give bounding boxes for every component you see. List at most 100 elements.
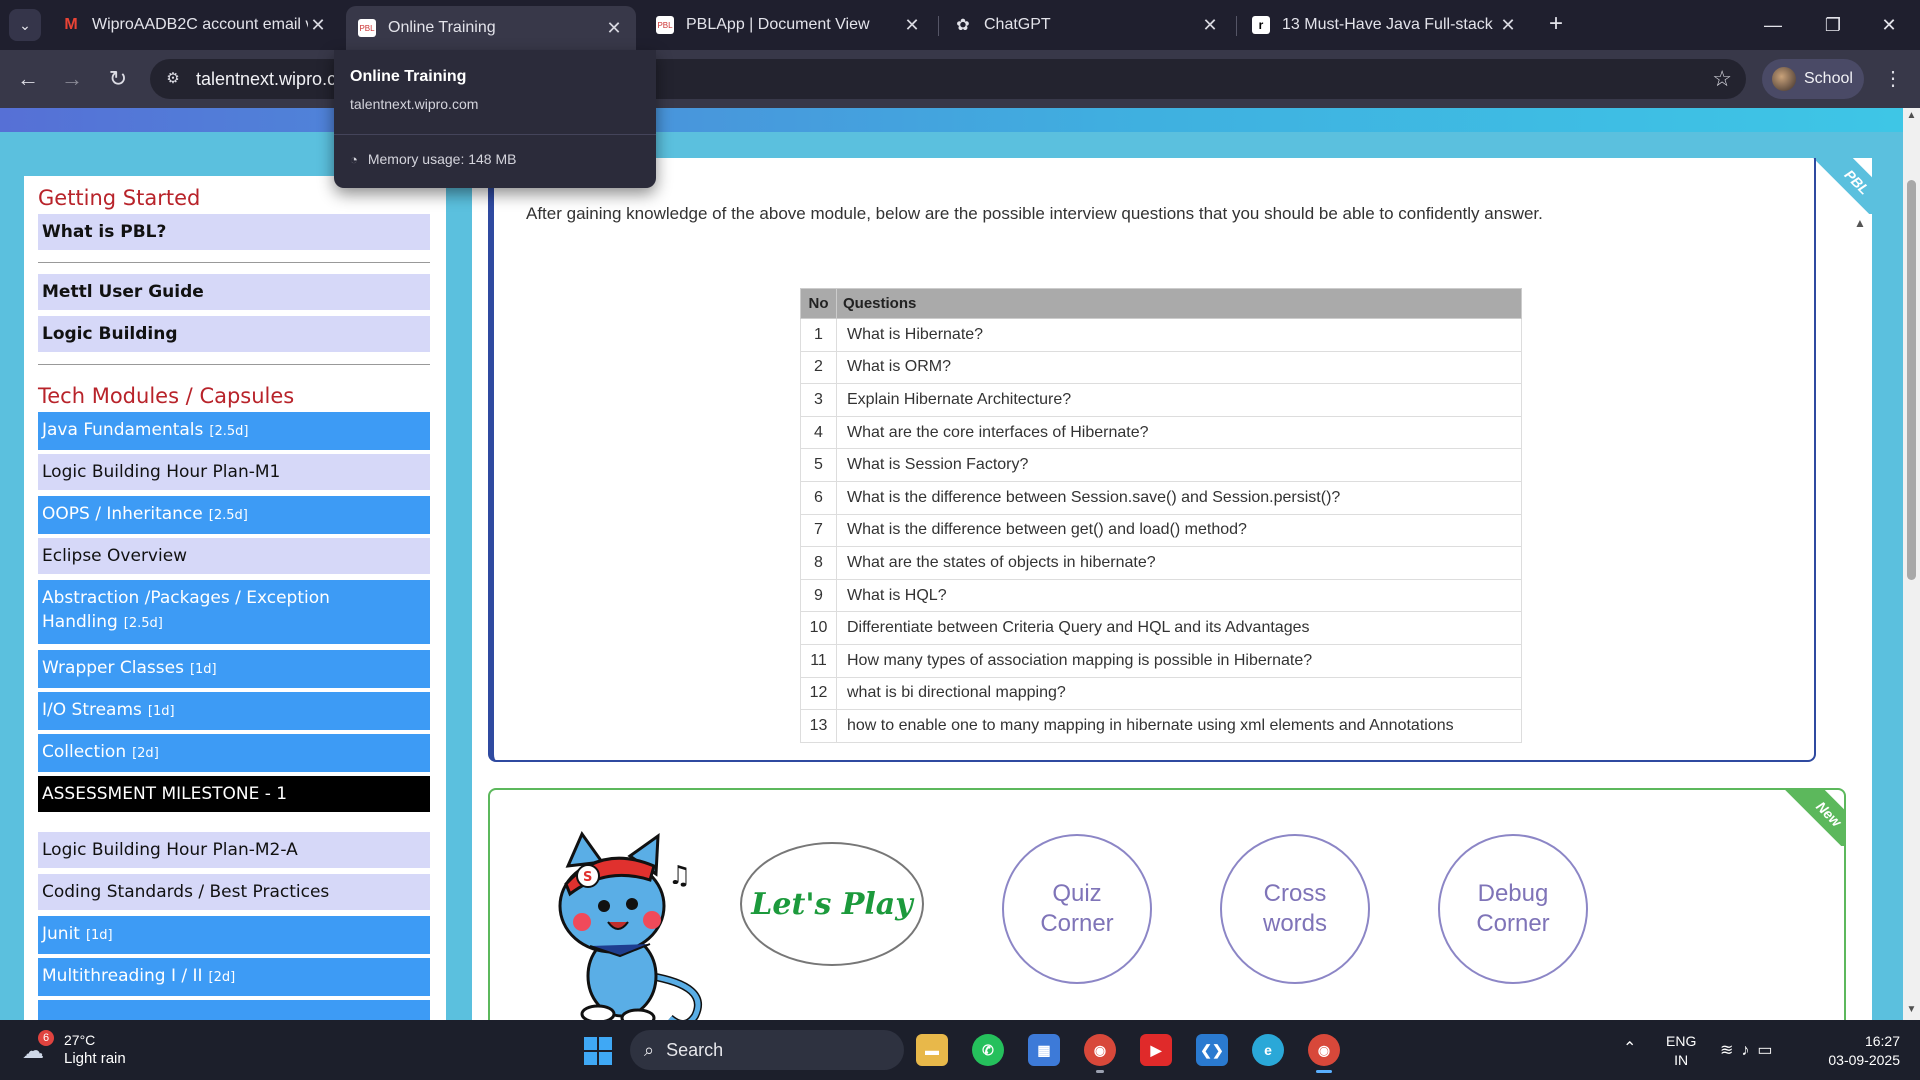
browser-menu-button[interactable]: ⋮ [1880, 62, 1906, 96]
sidebar-item-mettl-user-guide[interactable]: Mettl User Guide [38, 274, 430, 310]
svg-text:S: S [583, 870, 592, 885]
weather-widget[interactable]: ☁ 6 27°C Light rain [22, 1030, 162, 1070]
tab-pblapp[interactable]: PBL PBLApp | Document View ✕ [644, 6, 934, 44]
system-clock[interactable]: 16:27 03-09-2025 [1820, 1032, 1900, 1070]
sidebar-item-io-streams[interactable]: I/O Streams [1d] [38, 692, 430, 730]
row-question: Differentiate between Criteria Query and… [836, 611, 1522, 645]
forward-button[interactable]: → [56, 64, 88, 96]
section-title-getting-started: Getting Started [38, 186, 201, 210]
tab-medium[interactable]: r 13 Must-Have Java Full-stack De ✕ [1240, 6, 1530, 44]
close-icon[interactable]: ✕ [1498, 15, 1518, 36]
bookmark-star-icon[interactable]: ☆ [1712, 66, 1732, 92]
site-settings-icon[interactable]: ⚙ [162, 68, 184, 90]
sidebar-item-wrapper-classes[interactable]: Wrapper Classes [1d] [38, 650, 430, 688]
module-label: Java Fundamentals [42, 420, 204, 440]
module-label: ASSESSMENT MILESTONE - 1 [42, 784, 288, 804]
minimize-button[interactable]: — [1750, 8, 1796, 42]
close-icon[interactable]: ✕ [902, 15, 922, 36]
module-duration: [2.5d] [208, 508, 248, 523]
sidebar-item-java-fundamentals[interactable]: Java Fundamentals [2.5d] [38, 412, 430, 450]
divider [334, 134, 656, 135]
circle-label: Corner [1040, 910, 1114, 937]
back-button[interactable]: ← [12, 64, 44, 96]
module-label: Junit [42, 924, 80, 944]
row-number: 10 [800, 611, 837, 645]
tab-strip: ⌄ M WiproAADB2C account email ve ✕ PBL O… [0, 0, 1920, 50]
chrome-icon[interactable]: ◉ [1308, 1034, 1340, 1073]
close-window-button[interactable]: ✕ [1866, 8, 1912, 42]
interview-questions-panel: After gaining knowledge of the above mod… [488, 158, 1866, 762]
youtube-icon[interactable]: ▶ [1140, 1034, 1172, 1066]
taskbar-search[interactable]: ⌕ Search [630, 1030, 904, 1070]
profile-button[interactable]: School [1762, 59, 1864, 99]
scroll-up-icon[interactable]: ▲ [1906, 110, 1917, 121]
sidebar-item-eclipse-overview[interactable]: Eclipse Overview [38, 538, 430, 574]
wifi-icon: ≋ [1720, 1042, 1742, 1059]
row-number: 8 [800, 546, 837, 580]
more-vertical-icon: ⋮ [1883, 68, 1903, 90]
tab-title: ChatGPT [984, 16, 1051, 33]
restore-button[interactable]: ❐ [1810, 8, 1856, 42]
page-scrollbar[interactable]: ▲ ▼ [1903, 108, 1920, 1020]
table-row: 4 What are the core interfaces of Hiberna… [800, 415, 1522, 450]
table-row: 12 what is bi directional mapping? [800, 676, 1522, 711]
chevron-up-icon[interactable]: ⌃ [1623, 1038, 1636, 1058]
tab-title: WiproAADB2C account email ve [92, 16, 308, 33]
cross-words-button[interactable]: Cross words [1220, 834, 1370, 984]
close-icon[interactable]: ✕ [1200, 15, 1220, 36]
running-indicator [1096, 1070, 1104, 1073]
sidebar-item-logic-building[interactable]: Logic Building [38, 316, 430, 352]
arrow-left-icon: ← [17, 66, 39, 91]
row-question: What are the states of objects in hibern… [836, 546, 1522, 580]
row-number: 12 [800, 676, 837, 711]
sidebar-item-junit[interactable]: Junit [1d] [38, 916, 430, 954]
active-indicator [1316, 1070, 1332, 1073]
sidebar-item-next[interactable] [38, 1000, 430, 1020]
tab-chatgpt[interactable]: ✿ ChatGPT ✕ [942, 6, 1232, 44]
microsoft-store-icon[interactable]: ▦ [1028, 1034, 1060, 1066]
quiz-corner-button[interactable]: Quiz Corner [1002, 834, 1152, 984]
edge-icon[interactable]: e [1252, 1034, 1284, 1066]
row-question: what is bi directional mapping? [836, 676, 1522, 711]
tab-online-training[interactable]: PBL Online Training ✕ [346, 6, 636, 50]
browser-toolbar: ← → ↻ ⚙ talentnext.wipro.c ☆ School ⋮ [0, 50, 1920, 108]
module-label: Abstraction /Packages / Exception Handli… [42, 588, 330, 632]
close-icon[interactable]: ✕ [308, 15, 328, 36]
scroll-down-icon[interactable]: ▼ [1906, 1004, 1917, 1015]
reload-button[interactable]: ↻ [102, 64, 134, 96]
table-row: 10 Differentiate between Criteria Query a… [800, 611, 1522, 645]
caret-up-icon[interactable]: ▲ [1854, 216, 1866, 230]
plus-icon: + [1548, 10, 1563, 37]
clock-date: 03-09-2025 [1828, 1052, 1900, 1068]
url-text[interactable]: talentnext.wipro.c [196, 69, 336, 90]
new-tab-button[interactable]: + [1541, 10, 1571, 40]
vscode-icon[interactable]: ❮❯ [1196, 1034, 1228, 1066]
chrome-profile-icon[interactable]: ◉ [1084, 1034, 1116, 1073]
sidebar-item-what-is-pbl[interactable]: What is PBL? [38, 214, 430, 250]
module-duration: [2.5d] [209, 424, 249, 439]
language-indicator[interactable]: ENG IN [1666, 1032, 1696, 1070]
sidebar-item-assessment-milestone-1[interactable]: ASSESSMENT MILESTONE - 1 [38, 776, 430, 812]
module-duration: [2.5d] [123, 616, 163, 631]
sidebar-item-collection[interactable]: Collection [2d] [38, 734, 430, 772]
file-explorer-icon[interactable]: ▬ [916, 1034, 948, 1066]
tab-gmail[interactable]: M WiproAADB2C account email ve ✕ [50, 6, 340, 44]
windows-start-icon[interactable] [584, 1037, 612, 1065]
row-number: 5 [800, 448, 837, 482]
sidebar-item-coding-standards[interactable]: Coding Standards / Best Practices [38, 874, 430, 910]
sidebar-item-oops-inheritance[interactable]: OOPS / Inheritance [2.5d] [38, 496, 430, 534]
new-ribbon: New [1754, 790, 1844, 846]
divider [38, 262, 430, 263]
whatsapp-icon[interactable]: ✆ [972, 1034, 1004, 1066]
scrollbar-thumb[interactable] [1907, 180, 1916, 580]
sidebar-item-abstraction-packages[interactable]: Abstraction /Packages / Exception Handli… [38, 580, 430, 644]
tab-search-button[interactable]: ⌄ [9, 9, 41, 41]
sidebar-item-multithreading[interactable]: Multithreading I / II [2d] [38, 958, 430, 996]
close-icon[interactable]: ✕ [604, 18, 624, 39]
system-tray-icons[interactable]: ≋♪▭ [1720, 1040, 1781, 1060]
sidebar-item-logic-hour-plan-m2a[interactable]: Logic Building Hour Plan-M2-A [38, 832, 430, 868]
sidebar-item-logic-hour-plan-m1[interactable]: Logic Building Hour Plan-M1 [38, 454, 430, 490]
debug-corner-button[interactable]: Debug Corner [1438, 834, 1588, 984]
tab-hover-card: Online Training talentnext.wipro.com ◔ M… [334, 50, 656, 188]
module-label: Wrapper Classes [42, 658, 184, 678]
